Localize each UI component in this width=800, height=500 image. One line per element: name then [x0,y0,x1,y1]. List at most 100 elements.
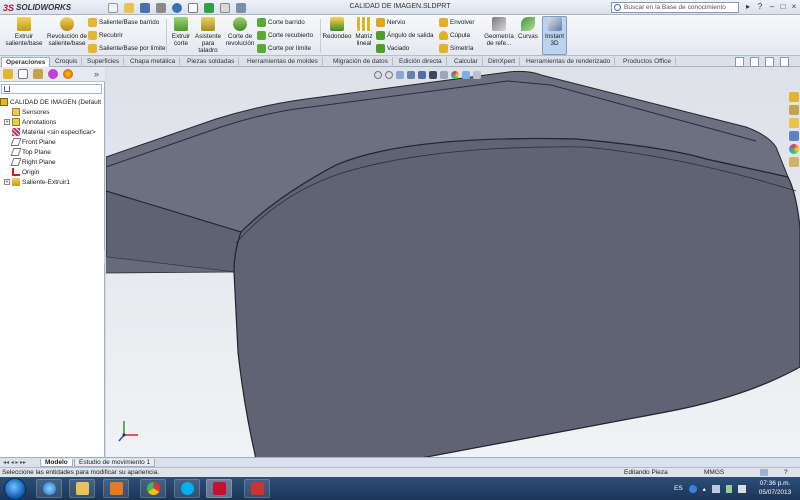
tree-item-material[interactable]: Material <sin especificar> [0,127,104,137]
dimxpert-manager-icon[interactable] [48,69,58,79]
tree-item-origin[interactable]: Origin [0,167,104,177]
previous-view-icon[interactable] [396,71,404,79]
edit-appearance-icon[interactable] [451,71,459,79]
expand-icon[interactable]: + [4,119,10,125]
show-hidden-icons[interactable]: ▴ [703,485,706,493]
undo-icon[interactable] [172,2,182,13]
draft-button[interactable]: Ángulo de salida [376,30,434,41]
boundary-cut-button[interactable]: Corte por límite [257,43,313,54]
power-icon[interactable] [725,484,732,493]
tab-productos-office[interactable]: Productos Office [619,57,676,67]
tab-chapa-metalica[interactable]: Chapa metálica [126,57,181,67]
tree-item-annotations[interactable]: + Annotations [0,117,104,127]
display-style-icon[interactable] [429,71,437,79]
hide-show-icon[interactable] [440,71,448,79]
curves-button[interactable]: Curvas [517,17,539,55]
revolve-boss-button[interactable]: Revolución de saliente/base [47,17,87,55]
model-viewport[interactable] [106,67,800,457]
network-icon[interactable] [711,484,720,493]
search-go-icon[interactable]: ▸ [743,2,753,12]
system-clock[interactable]: 07:36 p.m. 05/07/2013 [752,479,798,497]
view-palette-icon[interactable] [788,131,799,141]
maximize-view-icon[interactable] [765,57,774,67]
tree-item-right-plane[interactable]: Right Plane [0,157,104,167]
select-icon[interactable] [188,2,198,13]
minimize-button[interactable]: – [767,2,777,12]
loft-cut-button[interactable]: Corte recubierto [257,30,313,41]
expand-panel-icon[interactable]: » [94,69,99,79]
hole-wizard-button[interactable]: Asistente para taladro [194,17,222,55]
tree-root[interactable]: CALIDAD DE IMAGEN (Default [0,97,104,107]
linear-pattern-button[interactable]: Matriz lineal [353,17,375,55]
file-explorer-icon[interactable] [788,118,799,128]
rebuild-icon[interactable] [204,2,214,13]
tab-migracion-datos[interactable]: Migración de datos [329,57,393,67]
taskbar-solidworks[interactable] [206,479,232,498]
expand-icon[interactable]: + [4,179,10,185]
solidworks-resources-icon[interactable] [788,92,799,102]
taskbar-skype[interactable] [174,479,200,498]
shell-button[interactable]: Vaciado [376,43,434,54]
view-settings-icon[interactable] [473,71,481,79]
zoom-area-icon[interactable] [385,71,393,79]
volume-icon[interactable] [737,484,746,493]
tab-superficies[interactable]: Superficies [83,57,125,67]
help-tray-icon[interactable] [688,484,697,493]
options-icon[interactable] [236,2,246,13]
wrap-button[interactable]: Envolver [439,17,475,28]
restore-view-icon[interactable] [750,57,759,67]
tab-estudio-movimiento[interactable]: Estudio de movimiento 1 [74,459,156,467]
reference-geometry-button[interactable]: Geometría de refe... [482,17,516,55]
print-icon[interactable] [156,2,166,13]
close-button[interactable]: × [789,2,799,12]
solidworks-logo[interactable]: 3S SOLIDWORKS [3,2,71,13]
taskbar-media[interactable] [103,479,129,498]
instant3d-button[interactable]: Instant 3D [542,16,567,55]
swept-cut-button[interactable]: Corte barrido [257,17,313,28]
tab-operaciones[interactable]: Operaciones [1,57,51,67]
new-doc-icon[interactable] [108,2,118,13]
extrude-boss-button[interactable]: Extruir saliente/base [3,17,45,55]
feature-tree-icon[interactable] [3,69,13,79]
tab-herramientas-renderizado[interactable]: Herramientas de renderizado [522,57,616,67]
design-library-icon[interactable] [788,105,799,115]
property-manager-icon[interactable] [18,69,28,79]
view-orientation-icon[interactable] [418,71,426,79]
restore-button[interactable]: □ [778,2,788,12]
tab-edicion-directa[interactable]: Edición directa [395,57,447,67]
tab-scroll-arrows[interactable]: ◂◂ ◂ ▸ ▸▸ [3,459,26,466]
dome-button[interactable]: Cúpula [439,30,475,41]
scene-icon[interactable] [462,71,470,79]
rebuild-status-icon[interactable] [760,469,768,476]
tab-modelo[interactable]: Modelo [40,459,73,467]
knowledge-base-search[interactable]: Buscar en la Base de conocimiento [611,2,739,13]
taskbar-chrome[interactable] [140,479,166,498]
configuration-manager-icon[interactable] [33,69,43,79]
tab-herramientas-moldes[interactable]: Herramientas de moldes [243,57,323,67]
taskbar-other-app[interactable] [244,479,270,498]
display-manager-icon[interactable] [63,69,73,79]
mirror-button[interactable]: Simetría [439,43,475,54]
tree-item-saliente-extruir1[interactable]: + Saliente-Extruir1 [0,177,104,187]
graphics-area[interactable] [106,67,800,457]
file-properties-icon[interactable] [220,2,230,13]
zoom-to-fit-icon[interactable] [374,71,382,79]
taskbar-ie[interactable] [36,479,62,498]
custom-properties-icon[interactable] [788,157,799,167]
rib-button[interactable]: Nervio [376,17,434,28]
tile-icon[interactable] [735,57,744,67]
save-icon[interactable] [140,2,150,13]
fillet-button[interactable]: Redondeo [322,17,352,55]
language-indicator[interactable]: ES [674,485,683,492]
tree-item-sensores[interactable]: Sensores [0,107,104,117]
tab-croquis[interactable]: Croquis [51,57,83,67]
status-help-icon[interactable]: ? [784,468,788,477]
revolve-cut-button[interactable]: Corte de revolución [224,17,256,55]
open-icon[interactable] [124,2,134,13]
help-icon[interactable]: ? [755,2,765,12]
close-view-icon[interactable] [780,57,789,67]
extrude-cut-button[interactable]: Extruir corte [169,17,193,55]
tree-item-front-plane[interactable]: Front Plane [0,137,104,147]
status-units[interactable]: MMGS [704,468,724,477]
tab-piezas-soldadas[interactable]: Piezas soldadas [183,57,240,67]
